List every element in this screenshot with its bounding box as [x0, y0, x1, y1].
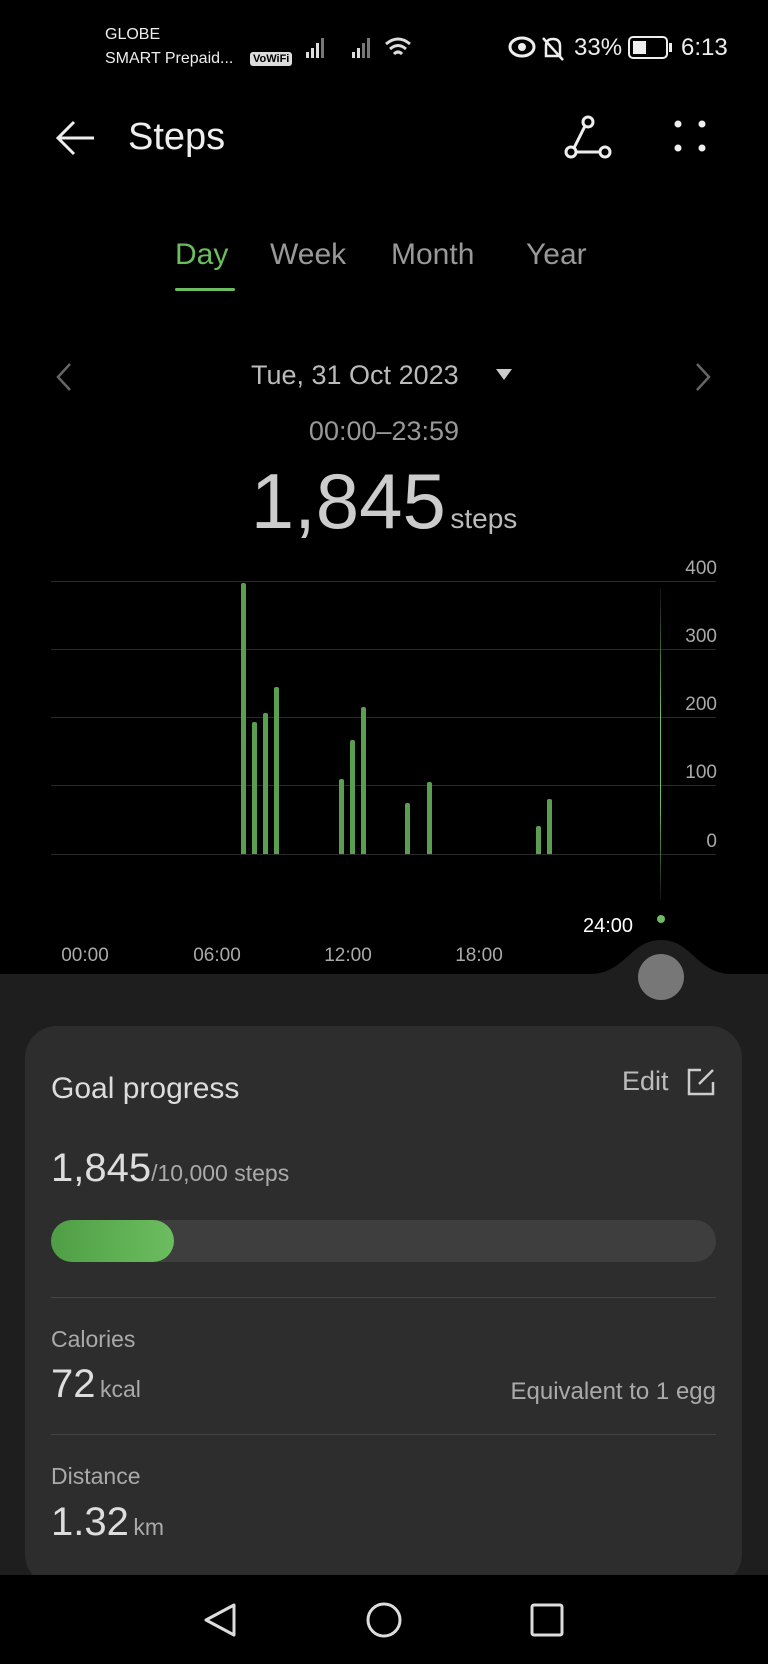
y-tick-label: 0	[706, 831, 717, 852]
y-tick-label: 300	[685, 626, 717, 647]
cursor-dot	[657, 915, 665, 923]
divider	[51, 1297, 716, 1298]
vowifi-badge: VoWiFi	[250, 52, 293, 66]
nav-back-icon[interactable]	[202, 1602, 238, 1638]
chart-bar	[262, 713, 268, 854]
battery-percent: 33%	[574, 34, 623, 61]
chart-bar	[426, 781, 432, 854]
calories-value: 72	[51, 1362, 96, 1406]
battery-icon	[628, 36, 672, 59]
time-range: 00:00–23:59	[308, 416, 460, 446]
gridline	[51, 581, 716, 582]
edit-goal-button[interactable]: Edit	[622, 1066, 669, 1097]
chart-bar	[273, 687, 279, 854]
goal-target: /10,000 steps	[151, 1160, 290, 1186]
nav-recents-icon[interactable]	[530, 1603, 564, 1637]
chart-bar	[240, 583, 246, 854]
eye-mute-icons	[508, 36, 564, 61]
chart-bar	[536, 826, 542, 854]
total-steps: 1,845 steps	[0, 456, 768, 547]
date-selector[interactable]: Tue, 31 Oct 2023	[251, 360, 459, 391]
signal-wifi-icons	[306, 37, 411, 58]
goal-title: Goal progress	[51, 1072, 240, 1105]
tab-week[interactable]: Week	[270, 238, 346, 272]
gridline	[51, 854, 716, 855]
distance-label: Distance	[51, 1463, 141, 1489]
chart-bar	[405, 803, 411, 854]
chart-bar	[339, 778, 345, 854]
distance-value: 1.32	[51, 1500, 129, 1544]
share-route-icon[interactable]	[563, 114, 613, 160]
distance-unit: km	[133, 1514, 164, 1540]
y-tick-label: 200	[685, 694, 717, 715]
total-steps-value: 1,845	[250, 457, 446, 545]
nav-home-icon[interactable]	[365, 1601, 403, 1639]
chart-bar	[361, 707, 367, 854]
page-title: Steps	[128, 116, 226, 158]
gridline	[51, 649, 716, 650]
tab-year[interactable]: Year	[526, 238, 587, 272]
chart-bar	[350, 740, 356, 854]
tab-month[interactable]: Month	[391, 238, 474, 272]
goal-progress-bar	[51, 1220, 716, 1262]
tab-underline	[175, 288, 235, 291]
divider	[51, 1434, 716, 1435]
carrier-1: GLOBE	[105, 26, 161, 43]
y-tick-label: 100	[685, 762, 717, 783]
back-arrow-icon[interactable]	[54, 118, 98, 158]
time-cursor-line	[660, 588, 661, 900]
chart-bar	[547, 798, 553, 854]
gridline	[51, 717, 716, 718]
goal-progress-text: 1,845/10,000 steps	[51, 1146, 289, 1191]
cursor-time-label: 24:00	[583, 915, 634, 937]
carrier-2: SMART Prepaid...	[105, 50, 234, 67]
tab-day[interactable]: Day	[175, 238, 228, 272]
gridline	[51, 785, 716, 786]
goal-current: 1,845	[51, 1146, 152, 1190]
calories-label: Calories	[51, 1326, 136, 1352]
dropdown-icon[interactable]	[496, 369, 512, 381]
goal-progress-fill	[51, 1220, 174, 1262]
clock: 6:13	[681, 34, 728, 61]
chart-bar	[251, 722, 257, 854]
y-tick-label: 400	[685, 558, 717, 579]
calories-equivalent: Equivalent to 1 egg	[510, 1378, 717, 1405]
calories-unit: kcal	[99, 1376, 141, 1402]
more-options-icon[interactable]	[672, 118, 708, 154]
time-scrubber-handle[interactable]	[638, 954, 684, 1000]
prev-day-icon[interactable]	[56, 362, 72, 392]
total-steps-unit: steps	[450, 503, 518, 534]
edit-icon[interactable]	[685, 1066, 717, 1098]
next-day-icon[interactable]	[695, 362, 711, 392]
